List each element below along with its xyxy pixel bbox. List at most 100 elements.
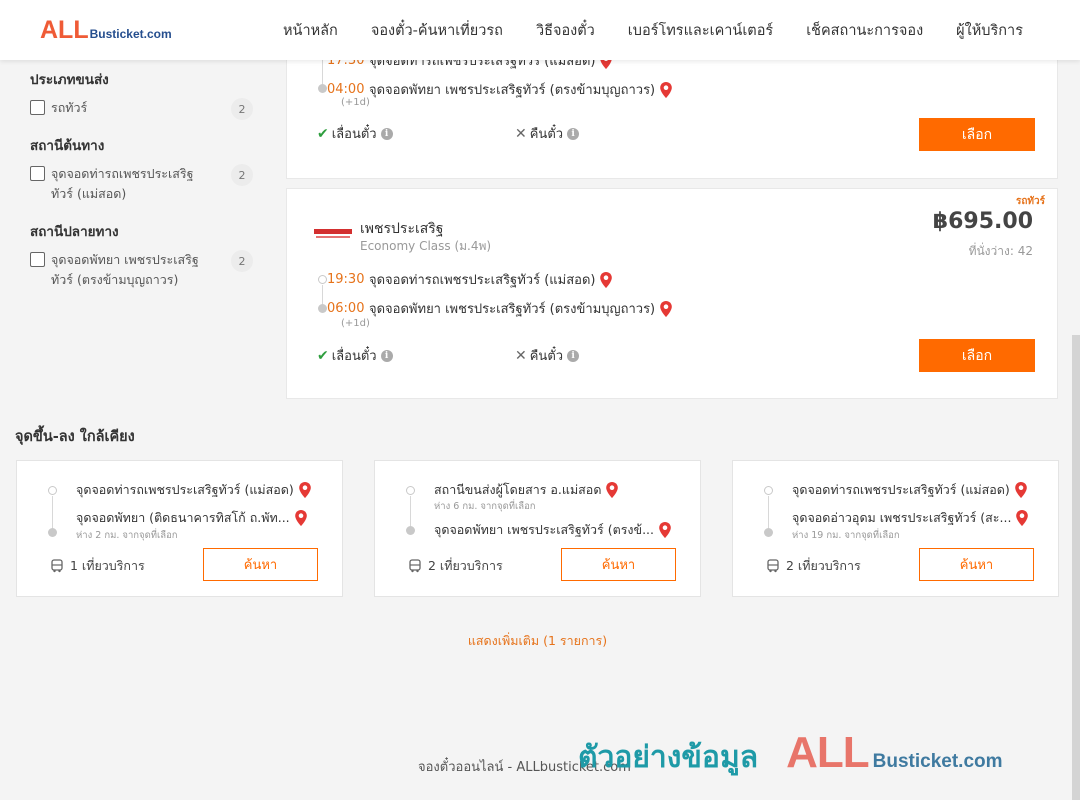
nearby-route-card: สถานีขนส่งผู้โดยสาร อ.แม่สอด ห่าง 6 กม. …	[374, 460, 701, 597]
nearby-route-card: จุดจอดท่ารถเพชรประเสริฐทัวร์ (แม่สอด) จุ…	[16, 460, 343, 597]
filter-option-label: จุดจอดพัทยา เพชรประเสริฐทัวร์ (ตรงข้ามบุ…	[51, 252, 199, 287]
nearby-trip-count: 1 เที่ยวบริการ	[50, 556, 145, 576]
filter-checkbox[interactable]	[30, 100, 45, 115]
map-pin-icon[interactable]	[298, 481, 312, 499]
map-pin-icon[interactable]	[659, 81, 673, 99]
map-pin-icon[interactable]	[294, 509, 308, 527]
refund-ticket-label: คืนตั๋ว	[529, 349, 564, 364]
select-trip-button[interactable]: เลือก	[919, 118, 1035, 151]
nearby-to-place: จุดจอดอ่าวอุดม เพชรประเสริฐทัวร์ (สะ...	[792, 510, 1012, 525]
departure-stop: 19:30 จุดจอดท่ารถเพชรประเสริฐทัวร์ (แม่ส…	[317, 269, 613, 290]
nav-home[interactable]: หน้าหลัก	[283, 19, 338, 42]
nav-book-search[interactable]: จองตั๋ว-ค้นหาเที่ยวรถ	[371, 19, 503, 42]
route-dot-end	[764, 528, 773, 537]
show-more-link[interactable]: แสดงเพิ่มเติม (1 รายการ)	[0, 631, 1075, 651]
filter-title: ประเภทขนส่ง	[30, 72, 109, 88]
map-pin-icon[interactable]	[659, 300, 673, 318]
map-pin-icon[interactable]	[605, 481, 619, 499]
change-ticket-policy: ✔ เลื่อนตั๋ว i	[317, 123, 393, 144]
change-ticket-policy: ✔ เลื่อนตั๋ว i	[317, 345, 393, 366]
filter-group-destination: สถานีปลายทาง จุดจอดพัทยา เพชรประเสริฐทัว…	[30, 220, 260, 290]
filter-option[interactable]: จุดจอดพัทยา เพชรประเสริฐทัวร์ (ตรงข้ามบุ…	[30, 250, 260, 290]
filter-checkbox[interactable]	[30, 252, 45, 267]
map-pin-icon[interactable]	[599, 271, 613, 289]
nearby-from-place: สถานีขนส่งผู้โดยสาร อ.แม่สอด	[434, 482, 602, 497]
info-icon[interactable]: i	[567, 127, 580, 140]
route-line	[768, 496, 769, 530]
arrival-stop: 04:00 จุดจอดพัทยา เพชรประเสริฐทัวร์ (ตรง…	[317, 79, 673, 100]
trip-card: 17:30 จุดจอดท่ารถเพชรประเสริฐทัวร์ (แม่ส…	[286, 40, 1058, 179]
nearby-distance: ห่าง 19 กม. จากจุดที่เลือก	[792, 530, 900, 541]
arrival-place: จุดจอดพัทยา เพชรประเสริฐทัวร์ (ตรงข้ามบุ…	[369, 302, 656, 317]
filter-group-transport-type: ประเภทขนส่ง รถทัวร์ 2	[30, 68, 260, 120]
route-dot-start	[764, 486, 773, 495]
map-pin-icon[interactable]	[658, 521, 672, 539]
nearby-to-place: จุดจอดพัทยา (ติดธนาคารทิสโก้ ถ.พัท...	[76, 510, 290, 525]
page-scrollbar[interactable]	[1072, 335, 1080, 800]
select-trip-button[interactable]: เลือก	[919, 339, 1035, 372]
logo-all-text: ALL	[40, 16, 89, 44]
filter-title: สถานีปลายทาง	[30, 224, 119, 240]
plus-day-label: (+1d)	[341, 318, 370, 329]
map-pin-icon[interactable]	[1015, 509, 1029, 527]
route-dot-start	[48, 486, 57, 495]
seats-available: ที่นั่งว่าง: 42	[968, 244, 1033, 258]
site-logo[interactable]: ALL Busticket.com	[40, 18, 172, 43]
nearby-trip-count: 2 เที่ยวบริการ	[766, 556, 861, 576]
departure-time: 19:30	[327, 272, 365, 287]
trip-card: รถทัวร์ เพชรประเสริฐ Economy Class (ม.4พ…	[286, 188, 1058, 399]
nearby-from-place: จุดจอดท่ารถเพชรประเสริฐทัวร์ (แม่สอด)	[76, 482, 294, 497]
info-icon[interactable]: i	[380, 349, 393, 362]
arrival-time: 06:00	[327, 301, 365, 316]
filter-group-origin: สถานีต้นทาง จุดจอดท่ารถเพชรประเสริฐทัวร์…	[30, 134, 260, 204]
filter-count-badge: 2	[231, 98, 253, 120]
filter-option-label: จุดจอดท่ารถเพชรประเสริฐทัวร์ (แม่สอด)	[51, 166, 194, 201]
nearby-trip-count-text: 1 เที่ยวบริการ	[70, 558, 145, 573]
nearby-trip-count: 2 เที่ยวบริการ	[408, 556, 503, 576]
change-ticket-label: เลื่อนตั๋ว	[331, 349, 377, 364]
change-ticket-label: เลื่อนตั๋ว	[331, 127, 377, 142]
nearby-search-button[interactable]: ค้นหา	[561, 548, 676, 581]
refund-ticket-label: คืนตั๋ว	[529, 127, 564, 142]
filter-option[interactable]: รถทัวร์ 2	[30, 98, 260, 120]
operator-logo	[314, 229, 352, 238]
nearby-route-card: จุดจอดท่ารถเพชรประเสริฐทัวร์ (แม่สอด) จุ…	[732, 460, 1059, 597]
info-icon[interactable]: i	[567, 349, 580, 362]
refund-ticket-policy: ✕ คืนตั๋ว i	[515, 123, 580, 144]
arrival-time: 04:00	[327, 82, 365, 97]
nav-operators[interactable]: ผู้ให้บริการ	[956, 19, 1023, 42]
refund-ticket-policy: ✕ คืนตั๋ว i	[515, 345, 580, 366]
arrival-stop: 06:00 จุดจอดพัทยา เพชรประเสริฐทัวร์ (ตรง…	[317, 298, 673, 319]
filter-count-badge: 2	[231, 164, 253, 186]
nearby-distance: ห่าง 6 กม. จากจุดที่เลือก	[434, 501, 536, 512]
nav-contact-counters[interactable]: เบอร์โทรและเคาน์เตอร์	[628, 19, 773, 42]
check-icon: ✔	[317, 347, 329, 364]
nearby-trip-count-text: 2 เที่ยวบริการ	[786, 558, 861, 573]
map-pin-icon[interactable]	[1014, 481, 1028, 499]
nearby-search-button[interactable]: ค้นหา	[919, 548, 1034, 581]
watermark-thai-text: ตัวอย่างข้อมูล	[578, 740, 759, 775]
filter-sidebar: ประเภทขนส่ง รถทัวร์ 2 สถานีต้นทาง จุดจอด…	[30, 60, 260, 306]
plus-day-label: (+1d)	[341, 97, 370, 108]
nearby-to-stop: จุดจอดอ่าวอุดม เพชรประเสริฐทัวร์ (สะ...	[792, 508, 1029, 528]
bus-class: Economy Class (ม.4พ)	[360, 239, 492, 253]
logo-rest-text: Busticket.com	[89, 27, 172, 41]
site-header: ALL Busticket.com หน้าหลัก จองตั๋ว-ค้นหา…	[0, 0, 1080, 60]
nearby-trip-count-text: 2 เที่ยวบริการ	[428, 558, 503, 573]
nav-how-to-book[interactable]: วิธีจองตั๋ว	[536, 19, 595, 42]
sample-watermark: ตัวอย่างข้อมูล ALL Busticket.com	[578, 728, 1003, 781]
nearby-from-place: จุดจอดท่ารถเพชรประเสริฐทัวร์ (แม่สอด)	[792, 482, 1010, 497]
filter-option[interactable]: จุดจอดท่ารถเพชรประเสริฐทัวร์ (แม่สอด) 2	[30, 164, 260, 204]
arrival-place: จุดจอดพัทยา เพชรประเสริฐทัวร์ (ตรงข้ามบุ…	[369, 83, 656, 98]
route-dot-start	[406, 486, 415, 495]
nearby-search-button[interactable]: ค้นหา	[203, 548, 318, 581]
nav-check-booking[interactable]: เช็คสถานะการจอง	[806, 19, 923, 42]
nearby-from-stop: สถานีขนส่งผู้โดยสาร อ.แม่สอด	[434, 480, 619, 500]
filter-checkbox[interactable]	[30, 166, 45, 181]
nearby-from-stop: จุดจอดท่ารถเพชรประเสริฐทัวร์ (แม่สอด)	[76, 480, 312, 500]
cross-icon: ✕	[515, 125, 527, 142]
info-icon[interactable]: i	[380, 127, 393, 140]
nearby-to-stop: จุดจอดพัทยา เพชรประเสริฐทัวร์ (ตรงข้...	[434, 520, 672, 540]
filter-title: สถานีต้นทาง	[30, 138, 105, 154]
bus-icon	[767, 559, 779, 573]
